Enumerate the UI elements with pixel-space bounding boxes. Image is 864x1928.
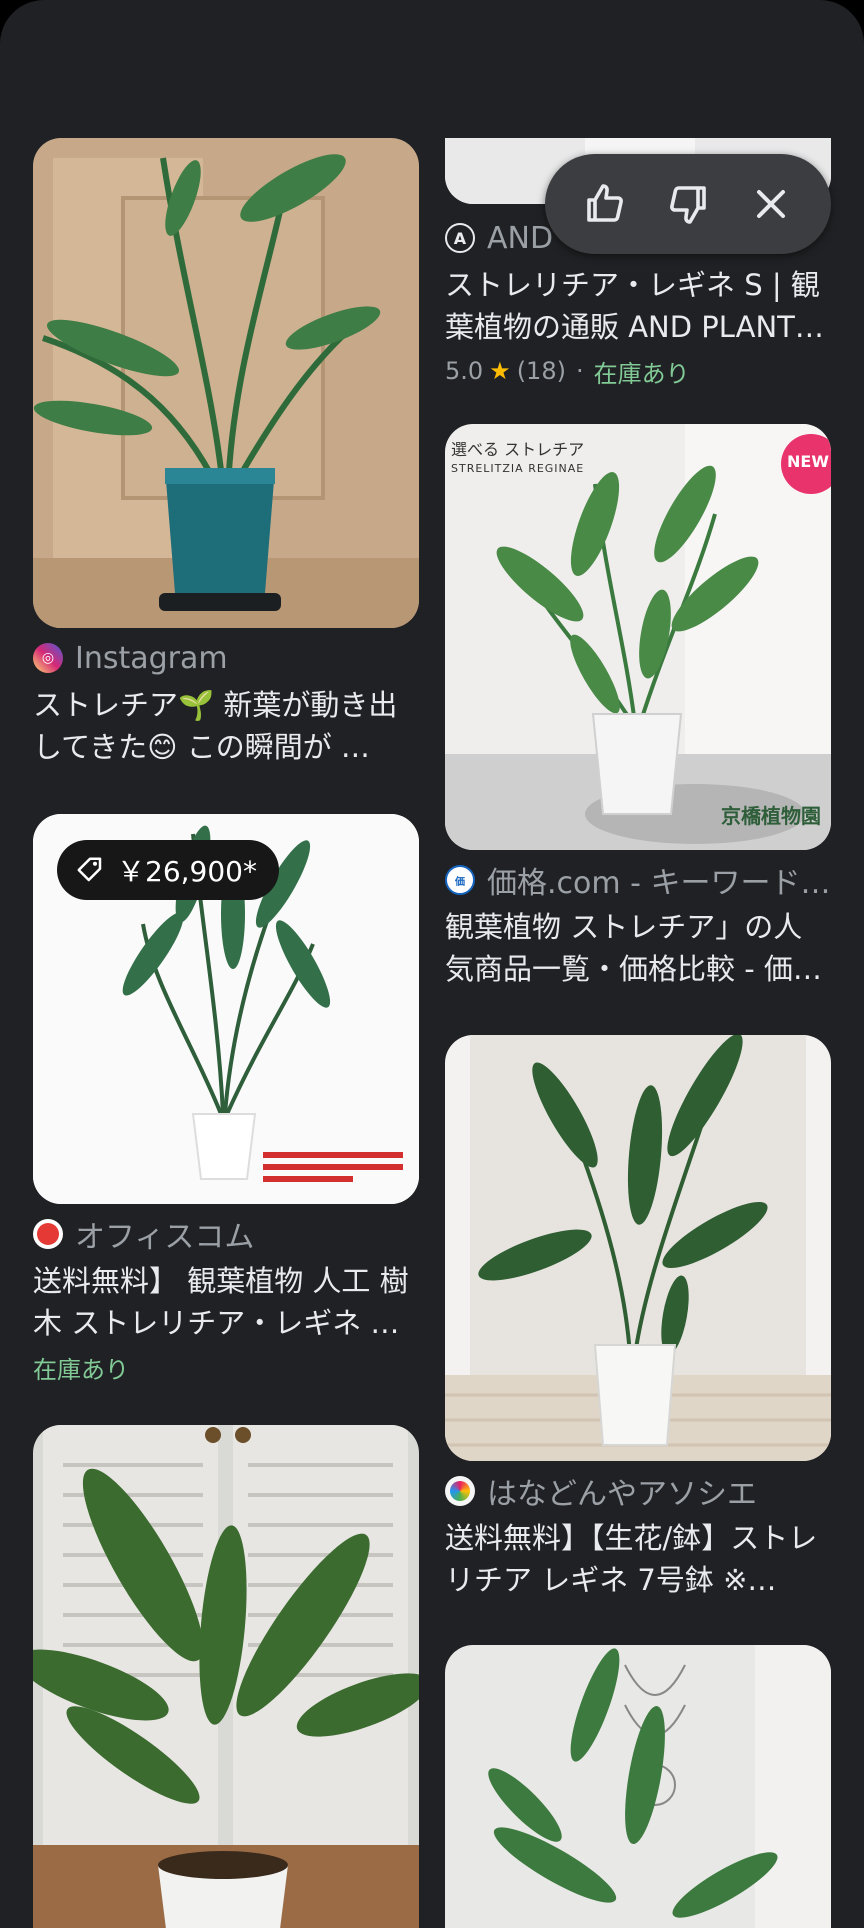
plant-photo — [445, 1035, 831, 1461]
image-caption-sub: STRELITZIA REGINAE — [451, 462, 585, 475]
result-title[interactable]: ストレチア🌱 新葉が動き出してきた😊 この瞬間が … — [33, 684, 419, 768]
new-badge: NEW — [787, 452, 829, 471]
source-name: はなどんやアソシエ — [487, 1477, 757, 1511]
plant-photo — [445, 424, 831, 850]
kakaku-icon: 価 — [445, 865, 475, 895]
result-source[interactable]: はなどんやアソシエ — [445, 1471, 831, 1511]
plant-photo — [33, 1425, 419, 1928]
result-card[interactable] — [33, 1425, 419, 1928]
and-plants-icon: A — [445, 223, 475, 253]
source-name: オフィスコム — [75, 1220, 255, 1254]
result-source[interactable]: 価 価格.com - キーワード… — [445, 860, 831, 900]
source-name: AND — [487, 220, 554, 256]
result-title[interactable]: ストレリチア・レギネ S | 観葉植物の通販 AND PLANT… — [445, 264, 831, 348]
rating-value: 5.0 — [445, 357, 484, 385]
stock-status: 在庫あり — [33, 1355, 129, 1384]
stock-status: 在庫あり — [593, 359, 690, 388]
star-icon: ★ — [489, 357, 511, 385]
result-title[interactable]: 送料無料】【生花/鉢】ストレリチア レギネ 7号鉢 ※… — [445, 1517, 831, 1601]
result-card[interactable]: ￥26,900* オフィスコム 送料無料】 観葉植物 人工 樹木 ストレリチア・… — [33, 814, 419, 1384]
like-button[interactable] — [575, 174, 635, 234]
close-icon — [757, 190, 786, 218]
result-thumbnail[interactable]: 選べる ストレチア STRELITZIA REGINAE NEW 京橋植物園 — [445, 424, 831, 850]
officecom-icon — [33, 1219, 63, 1249]
thumb-up-icon — [586, 184, 623, 222]
plant-photo — [445, 1645, 831, 1928]
hanadonya-icon — [445, 1476, 475, 1506]
feedback-bar — [545, 154, 831, 254]
thumb-down-icon — [670, 186, 706, 224]
result-thumbnail[interactable]: ￥26,900* — [33, 814, 419, 1204]
price-text: ￥26,900* — [117, 855, 257, 888]
separator-dot: · — [575, 357, 584, 385]
plant-photo — [33, 138, 419, 628]
result-title[interactable]: 観葉植物 ストレチア」の人気商品一覧・価格比較 - 価… — [445, 906, 831, 990]
result-card[interactable]: 選べる ストレチア STRELITZIA REGINAE NEW 京橋植物園 価… — [445, 424, 831, 990]
result-title[interactable]: 送料無料】 観葉植物 人工 樹木 ストレリチア・レギネ … — [33, 1260, 419, 1344]
image-watermark: 京橋植物園 — [721, 804, 821, 828]
result-thumbnail[interactable] — [445, 1645, 831, 1928]
results-sheet: ◎ Instagram ストレチア🌱 新葉が動き出してきた😊 この瞬間が … ￥… — [0, 0, 864, 1928]
source-name: 価格.com - キーワード… — [487, 866, 831, 900]
instagram-icon: ◎ — [33, 643, 63, 673]
review-count: (18) — [516, 357, 566, 385]
close-button[interactable] — [741, 174, 801, 234]
result-thumbnail[interactable] — [33, 1425, 419, 1928]
result-meta: 在庫あり — [33, 1350, 419, 1384]
source-name: Instagram — [75, 640, 228, 676]
image-caption: 選べる ストレチア — [451, 440, 585, 459]
result-source[interactable]: ◎ Instagram — [33, 638, 419, 678]
dislike-button[interactable] — [658, 174, 718, 234]
result-card[interactable]: ◎ Instagram ストレチア🌱 新葉が動き出してきた😊 この瞬間が … — [33, 138, 419, 768]
price-tag-icon — [77, 857, 102, 882]
result-thumbnail[interactable] — [33, 138, 419, 628]
result-thumbnail[interactable] — [445, 1035, 831, 1461]
result-meta: 5.0 ★ (18) · 在庫あり — [445, 354, 831, 388]
price-chip[interactable]: ￥26,900* — [57, 840, 279, 900]
result-source[interactable]: オフィスコム — [33, 1214, 419, 1254]
result-card[interactable]: はなどんやアソシエ 送料無料】【生花/鉢】ストレリチア レギネ 7号鉢 ※… — [445, 1035, 831, 1601]
result-card[interactable] — [445, 1645, 831, 1928]
